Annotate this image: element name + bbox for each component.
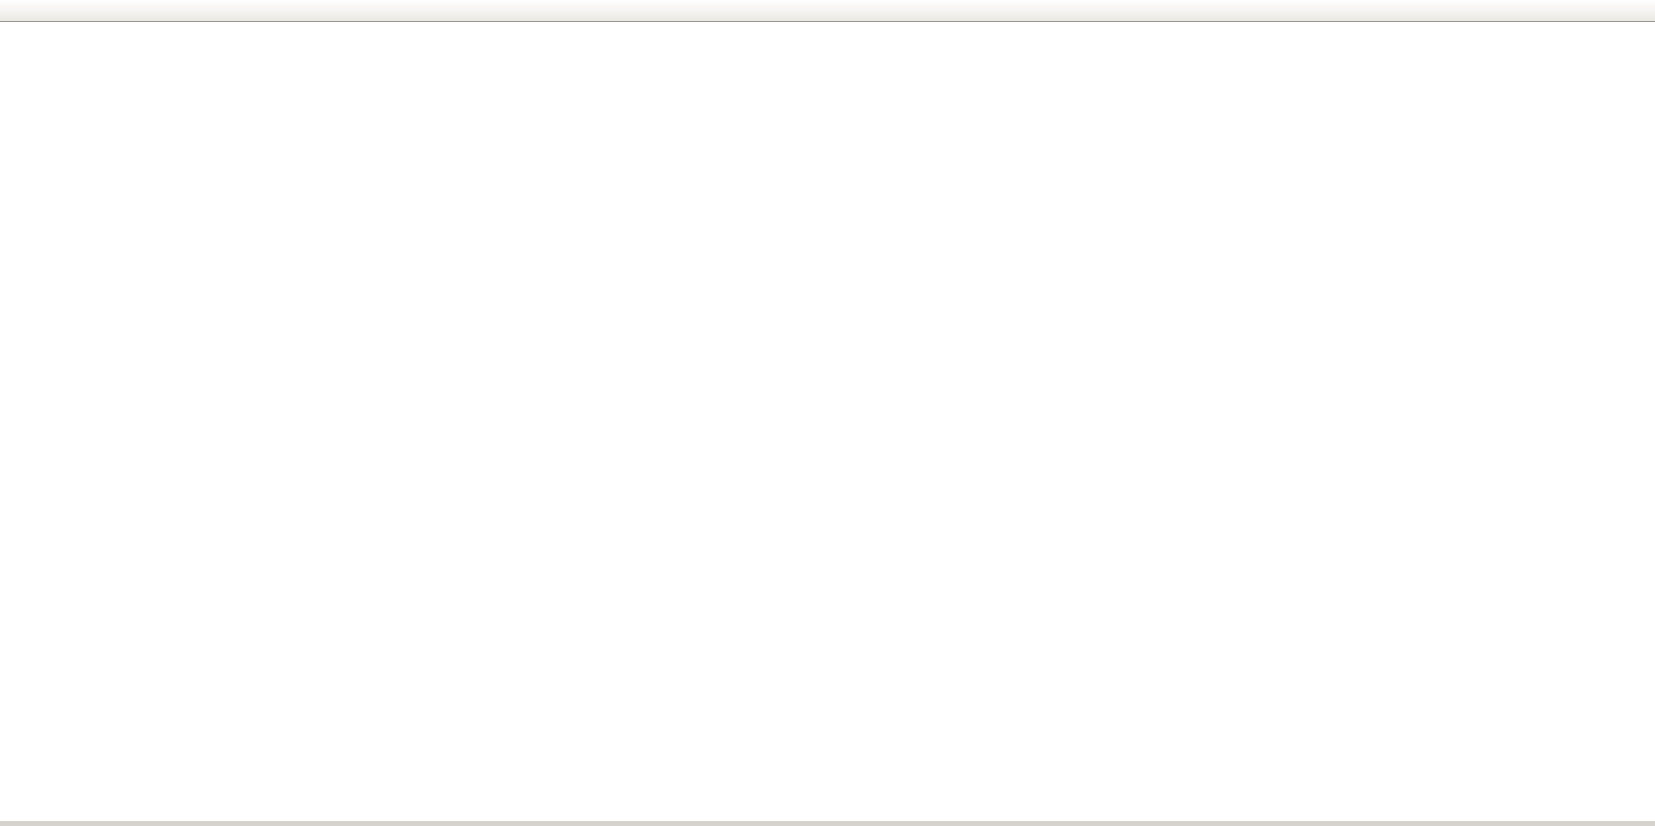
main-toolbar [0,0,1655,22]
chart-window [0,22,1655,821]
app: { "toolbar": { "groups": [ {"name":"orde… [0,0,1655,821]
price-chart [0,22,1655,821]
